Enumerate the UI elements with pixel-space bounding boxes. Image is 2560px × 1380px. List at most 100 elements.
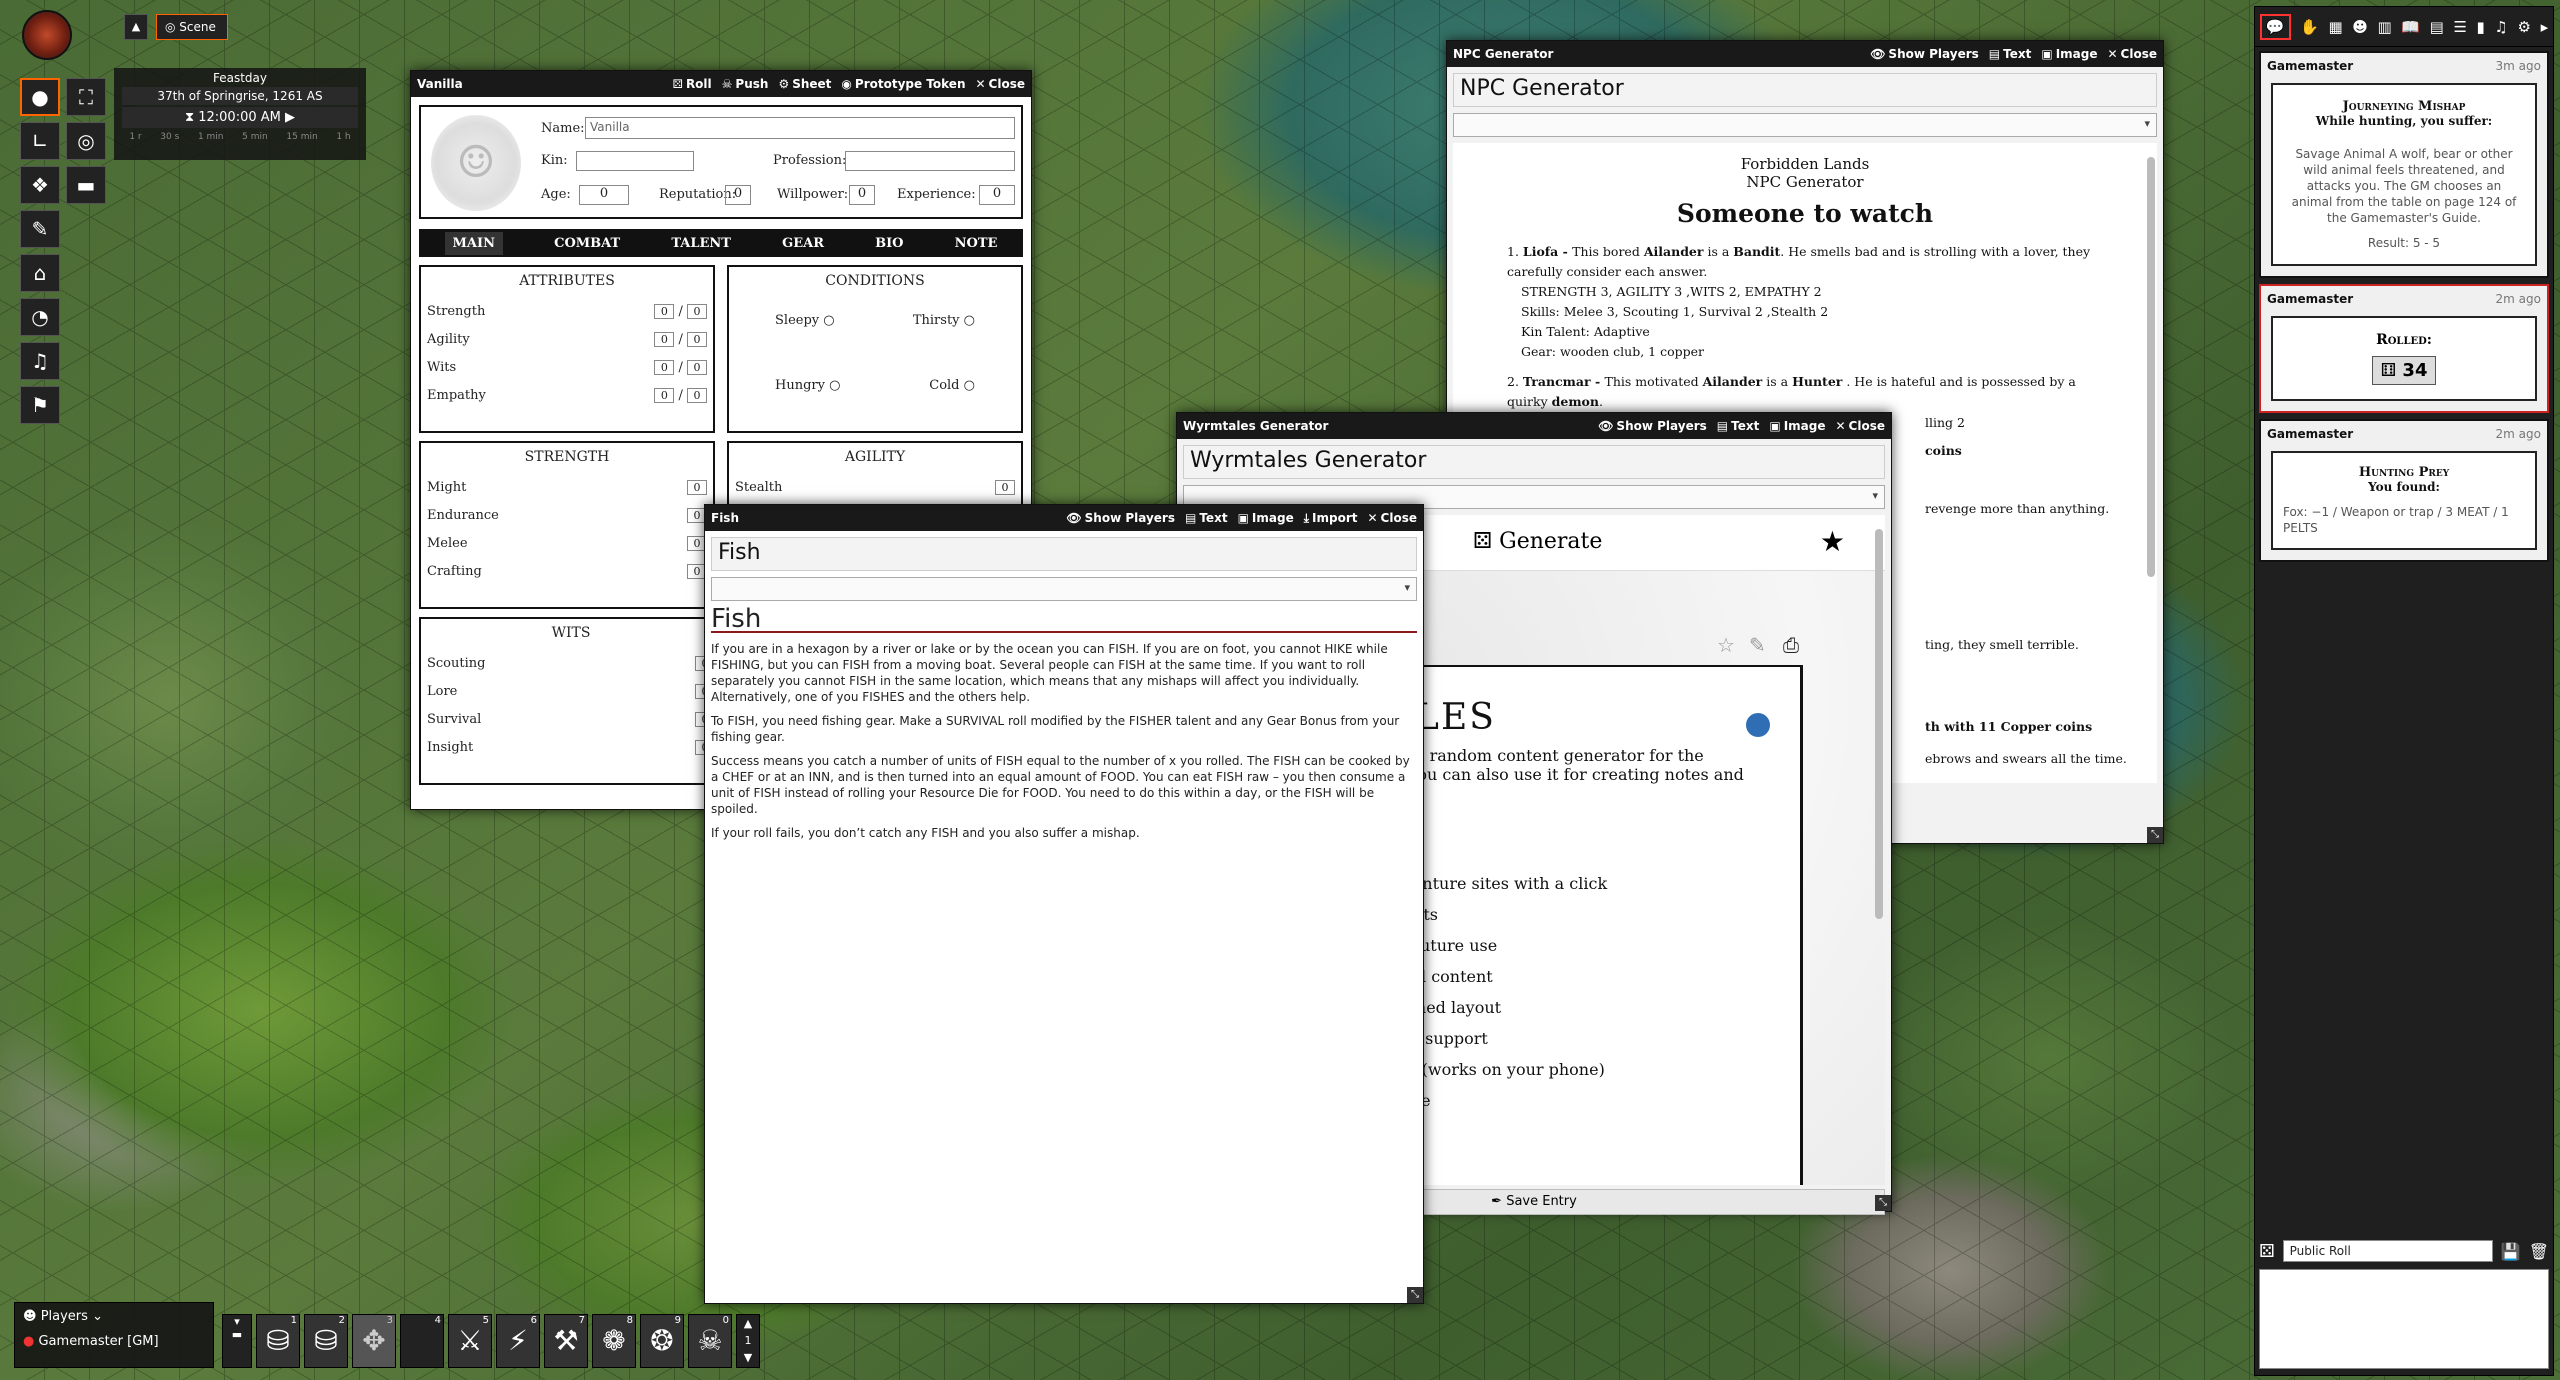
step-1h[interactable]: 1 h: [336, 132, 350, 142]
scene-button[interactable]: ◎ Scene: [156, 14, 228, 40]
skill-label[interactable]: Melee: [427, 536, 468, 551]
text-button[interactable]: ▤ Text: [1717, 419, 1760, 433]
cubes-icon[interactable]: ❖: [20, 166, 60, 204]
ruler-icon[interactable]: ∟: [20, 122, 60, 160]
music-icon[interactable]: ♫: [2494, 18, 2507, 36]
skill-label[interactable]: Endurance: [427, 508, 499, 523]
roll-mode-select[interactable]: Public Roll: [2282, 1240, 2493, 1262]
skill-label[interactable]: Lore: [427, 684, 457, 699]
macro-slot[interactable]: ⛁ 1: [256, 1314, 300, 1368]
experience-field[interactable]: 0: [979, 185, 1015, 205]
journal-title-input[interactable]: Fish: [711, 537, 1417, 571]
collapse-icon[interactable]: ▸: [2541, 18, 2549, 36]
attribute-max[interactable]: 0: [687, 359, 707, 375]
tab-bio[interactable]: BIO: [875, 236, 903, 251]
skill-value[interactable]: 0: [995, 479, 1015, 495]
players-header[interactable]: ☻ Players ⌄: [15, 1303, 213, 1330]
condition-cold[interactable]: Cold ○: [875, 378, 975, 393]
playlist-icon[interactable]: ☰: [2453, 18, 2466, 36]
music-icon[interactable]: ♫: [20, 342, 60, 380]
tab-combat[interactable]: COMBAT: [554, 236, 620, 251]
condition-thirsty[interactable]: Thirsty ○: [875, 313, 975, 328]
step-1r[interactable]: 1 r: [129, 132, 141, 142]
name-field[interactable]: Vanilla: [585, 117, 1015, 139]
attribute-max[interactable]: 0: [687, 303, 707, 319]
text-button[interactable]: ▤ Text: [1989, 47, 2032, 61]
window-header[interactable]: NPC Generator 👁 Show Players ▤ Text ▣ Image…: [1447, 41, 2163, 67]
skill-label[interactable]: Might: [427, 480, 466, 495]
attribute-value[interactable]: 0: [654, 303, 675, 319]
book-icon[interactable]: ▥: [2378, 18, 2392, 36]
calendar-date[interactable]: 37th of Springrise, 1261 AS: [122, 87, 358, 105]
trash-icon[interactable]: 🗑: [2529, 1242, 2549, 1261]
macro-slot[interactable]: ❂ 9: [640, 1314, 684, 1368]
image-button[interactable]: ▣ Image: [1769, 419, 1825, 433]
text-button[interactable]: ▤ Text: [1185, 511, 1228, 525]
scrollbar[interactable]: [1875, 529, 1883, 919]
skill-label[interactable]: Scouting: [427, 656, 485, 671]
attribute-value[interactable]: 0: [654, 359, 675, 375]
attribute-value[interactable]: 0: [654, 387, 675, 403]
macro-slot[interactable]: ☠ 0: [688, 1314, 732, 1368]
macro-slot[interactable]: ⛁ 2: [304, 1314, 348, 1368]
condition-hungry[interactable]: Hungry ○: [775, 378, 875, 393]
cards-icon[interactable]: ▤: [2430, 18, 2444, 36]
dice-icon[interactable]: ⚄: [2259, 1241, 2275, 1262]
condition-sleepy[interactable]: Sleepy ○: [775, 313, 875, 328]
step-30s[interactable]: 30 s: [160, 132, 179, 142]
checkbox-icon[interactable]: ○: [829, 378, 840, 393]
checkbox-icon[interactable]: ○: [964, 313, 975, 328]
fullscreen-icon[interactable]: ⛶: [66, 78, 106, 116]
attribute-value[interactable]: 0: [654, 331, 675, 347]
willpower-field[interactable]: 0: [849, 185, 875, 205]
settings-icon[interactable]: ⚙: [2518, 18, 2531, 36]
scrollbar[interactable]: [2147, 157, 2155, 577]
window-header[interactable]: Wyrmtales Generator 👁 Show Players ▤ Text …: [1177, 413, 1891, 439]
image-button[interactable]: ▣ Image: [1238, 511, 1294, 525]
macro-slot[interactable]: ✥ 3: [352, 1314, 396, 1368]
profession-field[interactable]: [845, 151, 1015, 171]
sheet-button[interactable]: ⚙ Sheet: [778, 77, 831, 91]
checkbox-icon[interactable]: ○: [823, 313, 834, 328]
window-header[interactable]: Vanilla ⚄ Roll ☠ Push ⚙ Sheet ◉ Prototype To…: [411, 71, 1031, 97]
edit-icon[interactable]: ✎: [1749, 633, 1766, 657]
skill-label[interactable]: Stealth: [735, 480, 782, 495]
temple-icon[interactable]: ⌂: [20, 254, 60, 292]
macro-slot[interactable]: ❁ 8: [592, 1314, 636, 1368]
close-button[interactable]: ✕ Close: [1367, 511, 1417, 525]
star-icon[interactable]: ★: [1820, 525, 1845, 558]
kin-field[interactable]: [576, 151, 694, 171]
close-button[interactable]: ✕ Close: [2107, 47, 2157, 61]
portrait[interactable]: ☺: [431, 115, 521, 211]
step-1min[interactable]: 1 min: [198, 132, 224, 142]
token-tool-icon[interactable]: ●: [20, 78, 60, 116]
pencil-icon[interactable]: ✎: [20, 210, 60, 248]
hotbar-page-control[interactable]: ▲ 1 ▼: [736, 1314, 760, 1368]
reputation-field[interactable]: 0: [725, 185, 751, 205]
import-button[interactable]: ⤓ Import: [1304, 511, 1358, 526]
roll-button[interactable]: ⚄ Roll: [673, 77, 712, 91]
journal-icon[interactable]: 📖: [2401, 18, 2420, 36]
image-button[interactable]: ▣ Image: [2041, 47, 2097, 61]
skill-value[interactable]: 0: [687, 479, 707, 495]
resize-handle[interactable]: ⤡: [1407, 1287, 1423, 1303]
compendium-icon[interactable]: ▮: [2477, 18, 2485, 36]
journal-title-input[interactable]: NPC Generator: [1453, 73, 2157, 107]
macro-slot[interactable]: ⚔ 5: [448, 1314, 492, 1368]
close-button[interactable]: ✕ Close: [1835, 419, 1885, 433]
attribute-max[interactable]: 0: [687, 387, 707, 403]
bookmark-icon[interactable]: ⚑: [20, 386, 60, 424]
tape-icon[interactable]: ▬: [66, 166, 106, 204]
step-15min[interactable]: 15 min: [286, 132, 317, 142]
swedish-flag-icon[interactable]: [1746, 713, 1770, 737]
journal-select[interactable]: [711, 577, 1417, 601]
skill-label[interactable]: Insight: [427, 740, 473, 755]
calendar-time[interactable]: ⧗ 12:00:00 AM ▶: [122, 107, 358, 128]
dice-result[interactable]: ⚅ 34: [2371, 356, 2437, 385]
tab-gear[interactable]: GEAR: [782, 236, 824, 251]
hand-icon[interactable]: ✋: [2300, 18, 2319, 36]
age-field[interactable]: 0: [579, 185, 629, 205]
skill-label[interactable]: Crafting: [427, 564, 482, 579]
macro-slot[interactable]: ⚒ 7: [544, 1314, 588, 1368]
generate-button[interactable]: ⚄ Generate: [1473, 529, 1602, 554]
